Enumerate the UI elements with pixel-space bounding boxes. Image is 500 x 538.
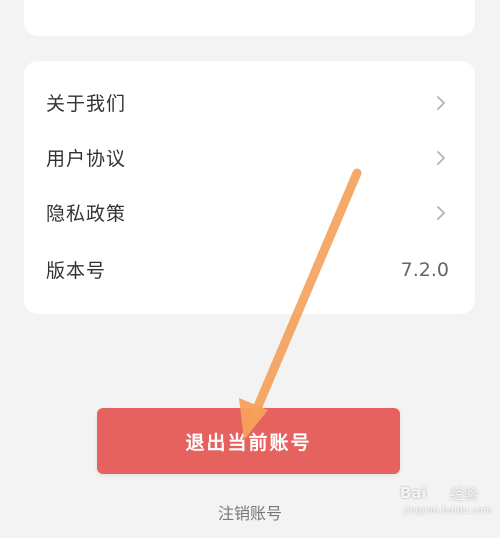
baidu-watermark: Bai 经验 jingyan.baidu.com [400,484,492,528]
version-label: 版本号 [46,260,107,282]
watermark-brand-suffix: 经验 [450,487,478,503]
menu-item-privacy-policy[interactable]: 隐私政策 [24,185,475,240]
settings-card-previous [24,0,475,36]
watermark-url: jingyan.baidu.com [404,506,493,516]
menu-item-label: 用户协议 [46,148,127,170]
menu-item-label: 关于我们 [46,93,127,115]
settings-menu-card: 关于我们 用户协议 隐私政策 版本号 7.2.0 [24,61,475,314]
menu-item-about-us[interactable]: 关于我们 [24,75,475,130]
menu-item-label: 隐私政策 [46,203,127,225]
watermark-brand: Bai [400,484,427,502]
chevron-right-icon [433,148,449,168]
menu-item-user-agreement[interactable]: 用户协议 [24,130,475,185]
chevron-right-icon [433,93,449,113]
chevron-right-icon [433,203,449,223]
menu-item-version: 版本号 7.2.0 [24,242,475,297]
version-value: 7.2.0 [400,258,449,281]
logout-button[interactable]: 退出当前账号 [97,408,400,474]
